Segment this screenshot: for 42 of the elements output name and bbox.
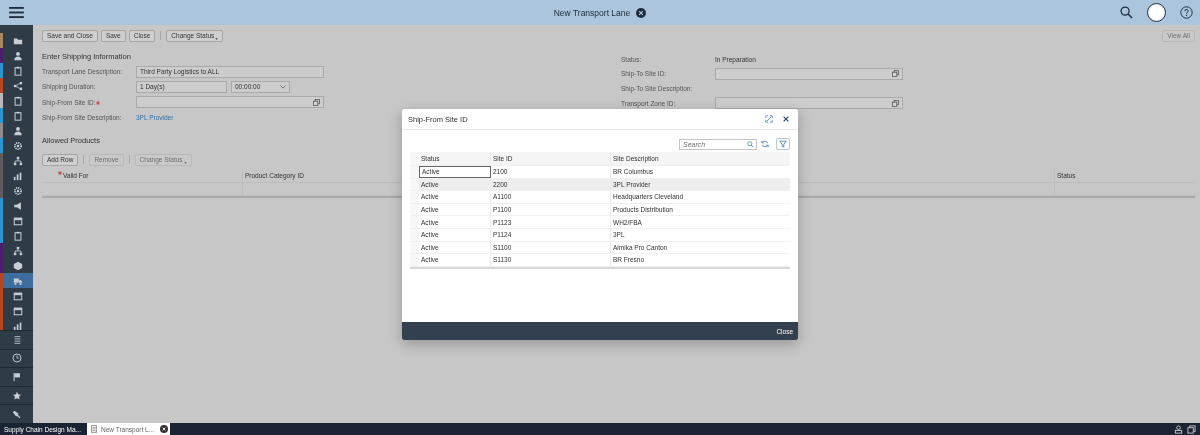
caret-icon bbox=[215, 37, 219, 40]
star-icon bbox=[11, 390, 22, 401]
clipboard-icon bbox=[13, 110, 23, 121]
search-icon[interactable] bbox=[1120, 6, 1133, 19]
sidebar-item[interactable] bbox=[0, 273, 33, 288]
windows-icon[interactable] bbox=[1187, 424, 1196, 434]
menu-icon[interactable] bbox=[9, 7, 24, 18]
megaphone-icon bbox=[13, 200, 23, 211]
flag-icon bbox=[11, 372, 22, 382]
tool-icon bbox=[11, 409, 22, 420]
expand-icon[interactable] bbox=[765, 115, 773, 123]
calendar-icon bbox=[13, 305, 23, 316]
app-title: New Transport Lane bbox=[553, 7, 631, 18]
clipboard-icon bbox=[13, 230, 23, 241]
clock-icon bbox=[11, 353, 22, 364]
input-field[interactable] bbox=[136, 96, 324, 109]
share-icon bbox=[13, 80, 23, 91]
box-icon bbox=[13, 260, 23, 271]
person-icon bbox=[13, 50, 23, 61]
clipboard-icon bbox=[13, 95, 23, 106]
person-icon bbox=[13, 125, 23, 136]
chart-icon bbox=[13, 320, 23, 330]
calendar-icon bbox=[13, 290, 23, 301]
close-icon[interactable] bbox=[782, 115, 790, 123]
avatar-icon[interactable] bbox=[1147, 3, 1166, 22]
filter-button[interactable] bbox=[776, 138, 790, 150]
close-icon[interactable] bbox=[160, 425, 169, 433]
calendar-icon bbox=[13, 215, 23, 226]
chevron-down-icon bbox=[280, 84, 286, 89]
gear-icon bbox=[13, 185, 23, 196]
input-field[interactable] bbox=[715, 67, 903, 80]
clipboard-icon bbox=[13, 65, 23, 76]
copy-icon[interactable] bbox=[313, 98, 320, 106]
close-icon[interactable] bbox=[636, 7, 647, 18]
chart-icon bbox=[13, 170, 23, 181]
refresh-icon[interactable] bbox=[761, 140, 769, 148]
copy-icon[interactable] bbox=[892, 99, 899, 107]
help-icon[interactable] bbox=[1180, 6, 1193, 19]
copy-icon[interactable] bbox=[892, 70, 899, 78]
document-icon bbox=[90, 425, 97, 433]
gear-icon bbox=[13, 140, 23, 151]
input-field[interactable] bbox=[715, 97, 903, 110]
